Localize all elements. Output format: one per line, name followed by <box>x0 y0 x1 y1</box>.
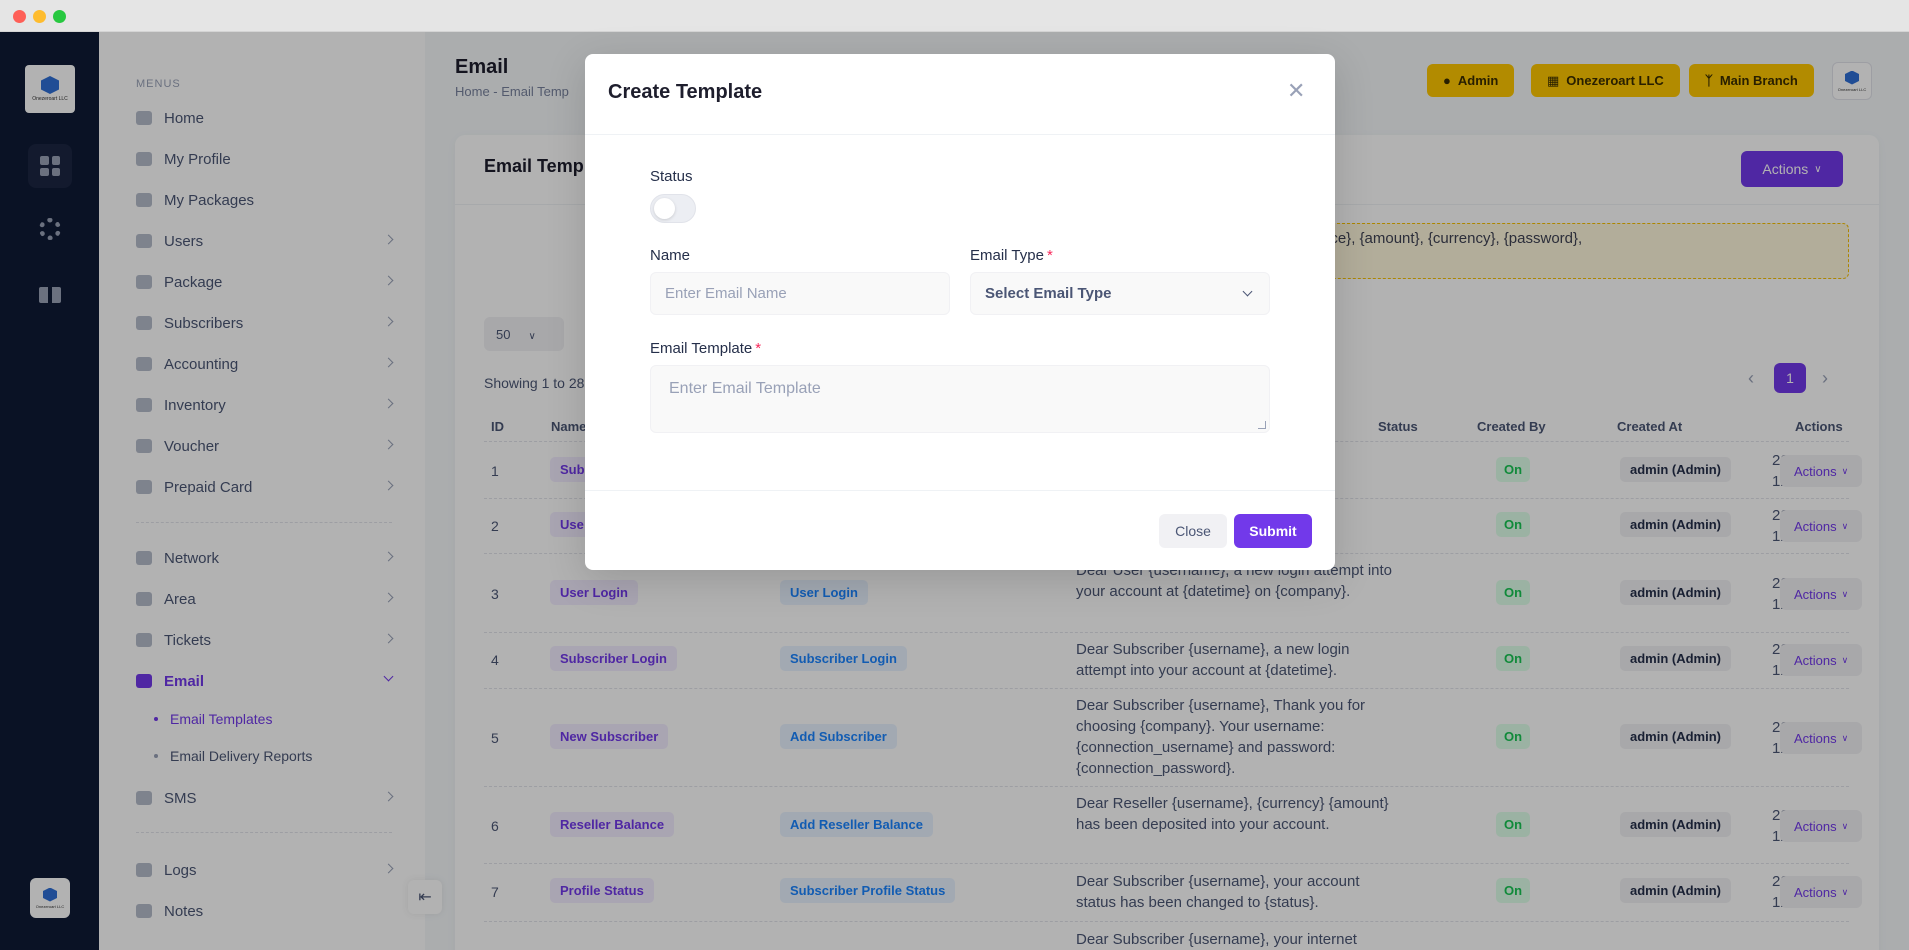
modal-header-divider <box>585 134 1335 135</box>
name-label: Name <box>650 247 691 264</box>
create-template-modal: Create Template ✕ Status Name Email Type… <box>585 54 1335 570</box>
submit-button[interactable]: Submit <box>1234 514 1312 548</box>
modal-footer-divider <box>585 490 1335 491</box>
chevron-down-icon <box>1242 286 1253 297</box>
maximize-window-button[interactable] <box>53 10 66 23</box>
close-window-button[interactable] <box>13 10 26 23</box>
email-template-textarea[interactable]: Enter Email Template <box>650 365 1270 433</box>
window-titlebar <box>0 0 1909 32</box>
email-template-label: Email Template * <box>650 340 762 357</box>
modal-title: Create Template <box>608 81 763 103</box>
close-button[interactable]: Close <box>1159 514 1227 548</box>
minimize-window-button[interactable] <box>33 10 46 23</box>
email-name-input[interactable] <box>650 272 950 315</box>
modal-close-icon[interactable]: ✕ <box>1287 78 1305 104</box>
email-type-select[interactable]: Select Email Type <box>970 272 1270 315</box>
resize-handle-icon[interactable] <box>1258 421 1266 429</box>
required-mark: * <box>755 340 762 357</box>
status-label: Status <box>650 168 693 185</box>
status-toggle[interactable] <box>650 194 696 223</box>
email-type-label: Email Type * <box>970 247 1053 264</box>
required-mark: * <box>1046 247 1053 264</box>
